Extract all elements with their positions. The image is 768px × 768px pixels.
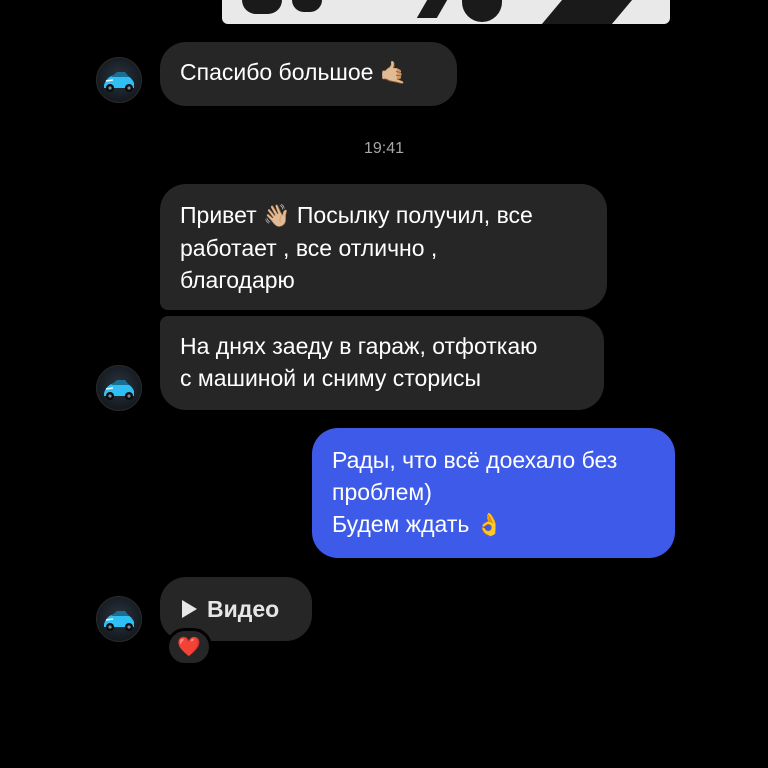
- sender-avatar[interactable]: [96, 365, 142, 411]
- message-timestamp: 19:41: [363, 140, 405, 157]
- message-text-line: Рады, что всё доехало без: [332, 447, 618, 473]
- car-avatar-icon: [104, 72, 134, 92]
- message-text-line: проблем): [332, 479, 432, 505]
- message-text-line: благодарю: [180, 267, 295, 293]
- message-text-line: Привет 👋🏼 Посылку получил, все: [180, 202, 533, 228]
- message-text-line: с машиной и сниму сторисы: [180, 365, 482, 391]
- message-bubble-outgoing[interactable]: Рады, что всё доехало без проблем) Будем…: [312, 428, 675, 558]
- play-icon: [182, 600, 197, 618]
- message-text-line: На днях заеду в гараж, отфоткаю: [180, 333, 538, 359]
- message-bubble-incoming[interactable]: Привет 👋🏼 Посылку получил, все работает …: [160, 184, 607, 310]
- shared-image-preview[interactable]: [222, 0, 670, 24]
- sender-avatar[interactable]: [96, 57, 142, 103]
- chat-screen: Спасибо большое 🤙🏼 19:41 Привет 👋🏼 Посыл…: [0, 0, 768, 768]
- car-avatar-icon: [104, 380, 134, 400]
- car-avatar-icon: [104, 611, 134, 631]
- video-label: Видео: [207, 596, 280, 622]
- message-bubble-incoming[interactable]: Спасибо большое 🤙🏼: [160, 42, 457, 106]
- sender-avatar[interactable]: [96, 596, 142, 642]
- message-text-line: Будем ждать 👌: [332, 511, 504, 537]
- heart-reaction-icon[interactable]: ❤️: [166, 628, 212, 666]
- message-bubble-incoming[interactable]: На днях заеду в гараж, отфоткаю с машино…: [160, 316, 604, 410]
- message-text: Спасибо большое 🤙🏼: [180, 59, 408, 85]
- waving-hand-emoji-icon: 👋🏼: [263, 203, 291, 228]
- message-text-line: работает , все отлично ,: [180, 235, 438, 261]
- call-me-hand-emoji-icon: 🤙🏼: [379, 60, 408, 85]
- ok-hand-emoji-icon: 👌: [475, 512, 504, 537]
